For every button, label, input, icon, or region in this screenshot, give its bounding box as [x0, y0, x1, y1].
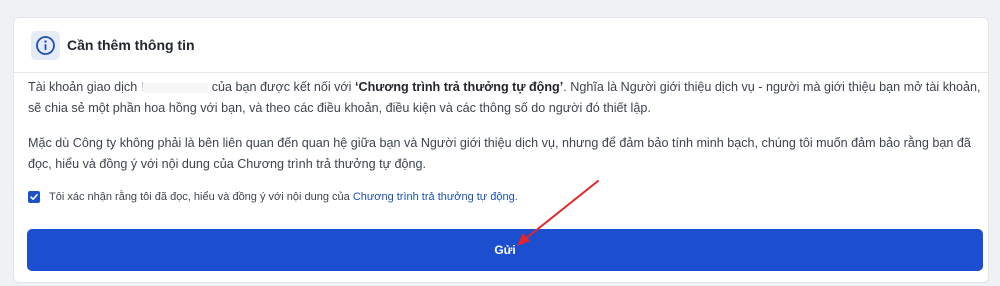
submit-button-label: Gửi — [494, 243, 516, 257]
masked-account-number — [144, 82, 209, 93]
consent-suffix: . — [514, 191, 518, 203]
transparency-paragraph: Mặc dù Công ty không phải là bên liên qu… — [28, 136, 971, 171]
card-title: Cần thêm thông tin — [67, 37, 195, 53]
program-terms-link[interactable]: Chương trình trả thưởng tự động — [353, 191, 515, 203]
card-header: Cần thêm thông tin — [14, 18, 988, 73]
program-name: ‘Chương trình trả thưởng tự động’ — [354, 80, 564, 94]
consent-checkbox[interactable] — [28, 191, 40, 203]
account-text: Tài khoản giao dịch — [28, 80, 138, 94]
consent-text: Tôi xác nhận rằng tôi đã đọc, hiểu và đồ… — [49, 191, 350, 203]
info-required-card: Cần thêm thông tin Tài khoản giao dịch !… — [13, 17, 989, 283]
connection-text: của bạn được kết nối với — [211, 80, 352, 94]
consent-checkbox-row[interactable]: Tôi xác nhận rằng tôi đã đọc, hiểu và đồ… — [28, 188, 518, 206]
info-icon — [31, 31, 60, 60]
submit-button[interactable]: Gửi — [27, 229, 983, 271]
connection-paragraph: Tài khoản giao dịch ! của bạn được kết n… — [28, 77, 983, 119]
